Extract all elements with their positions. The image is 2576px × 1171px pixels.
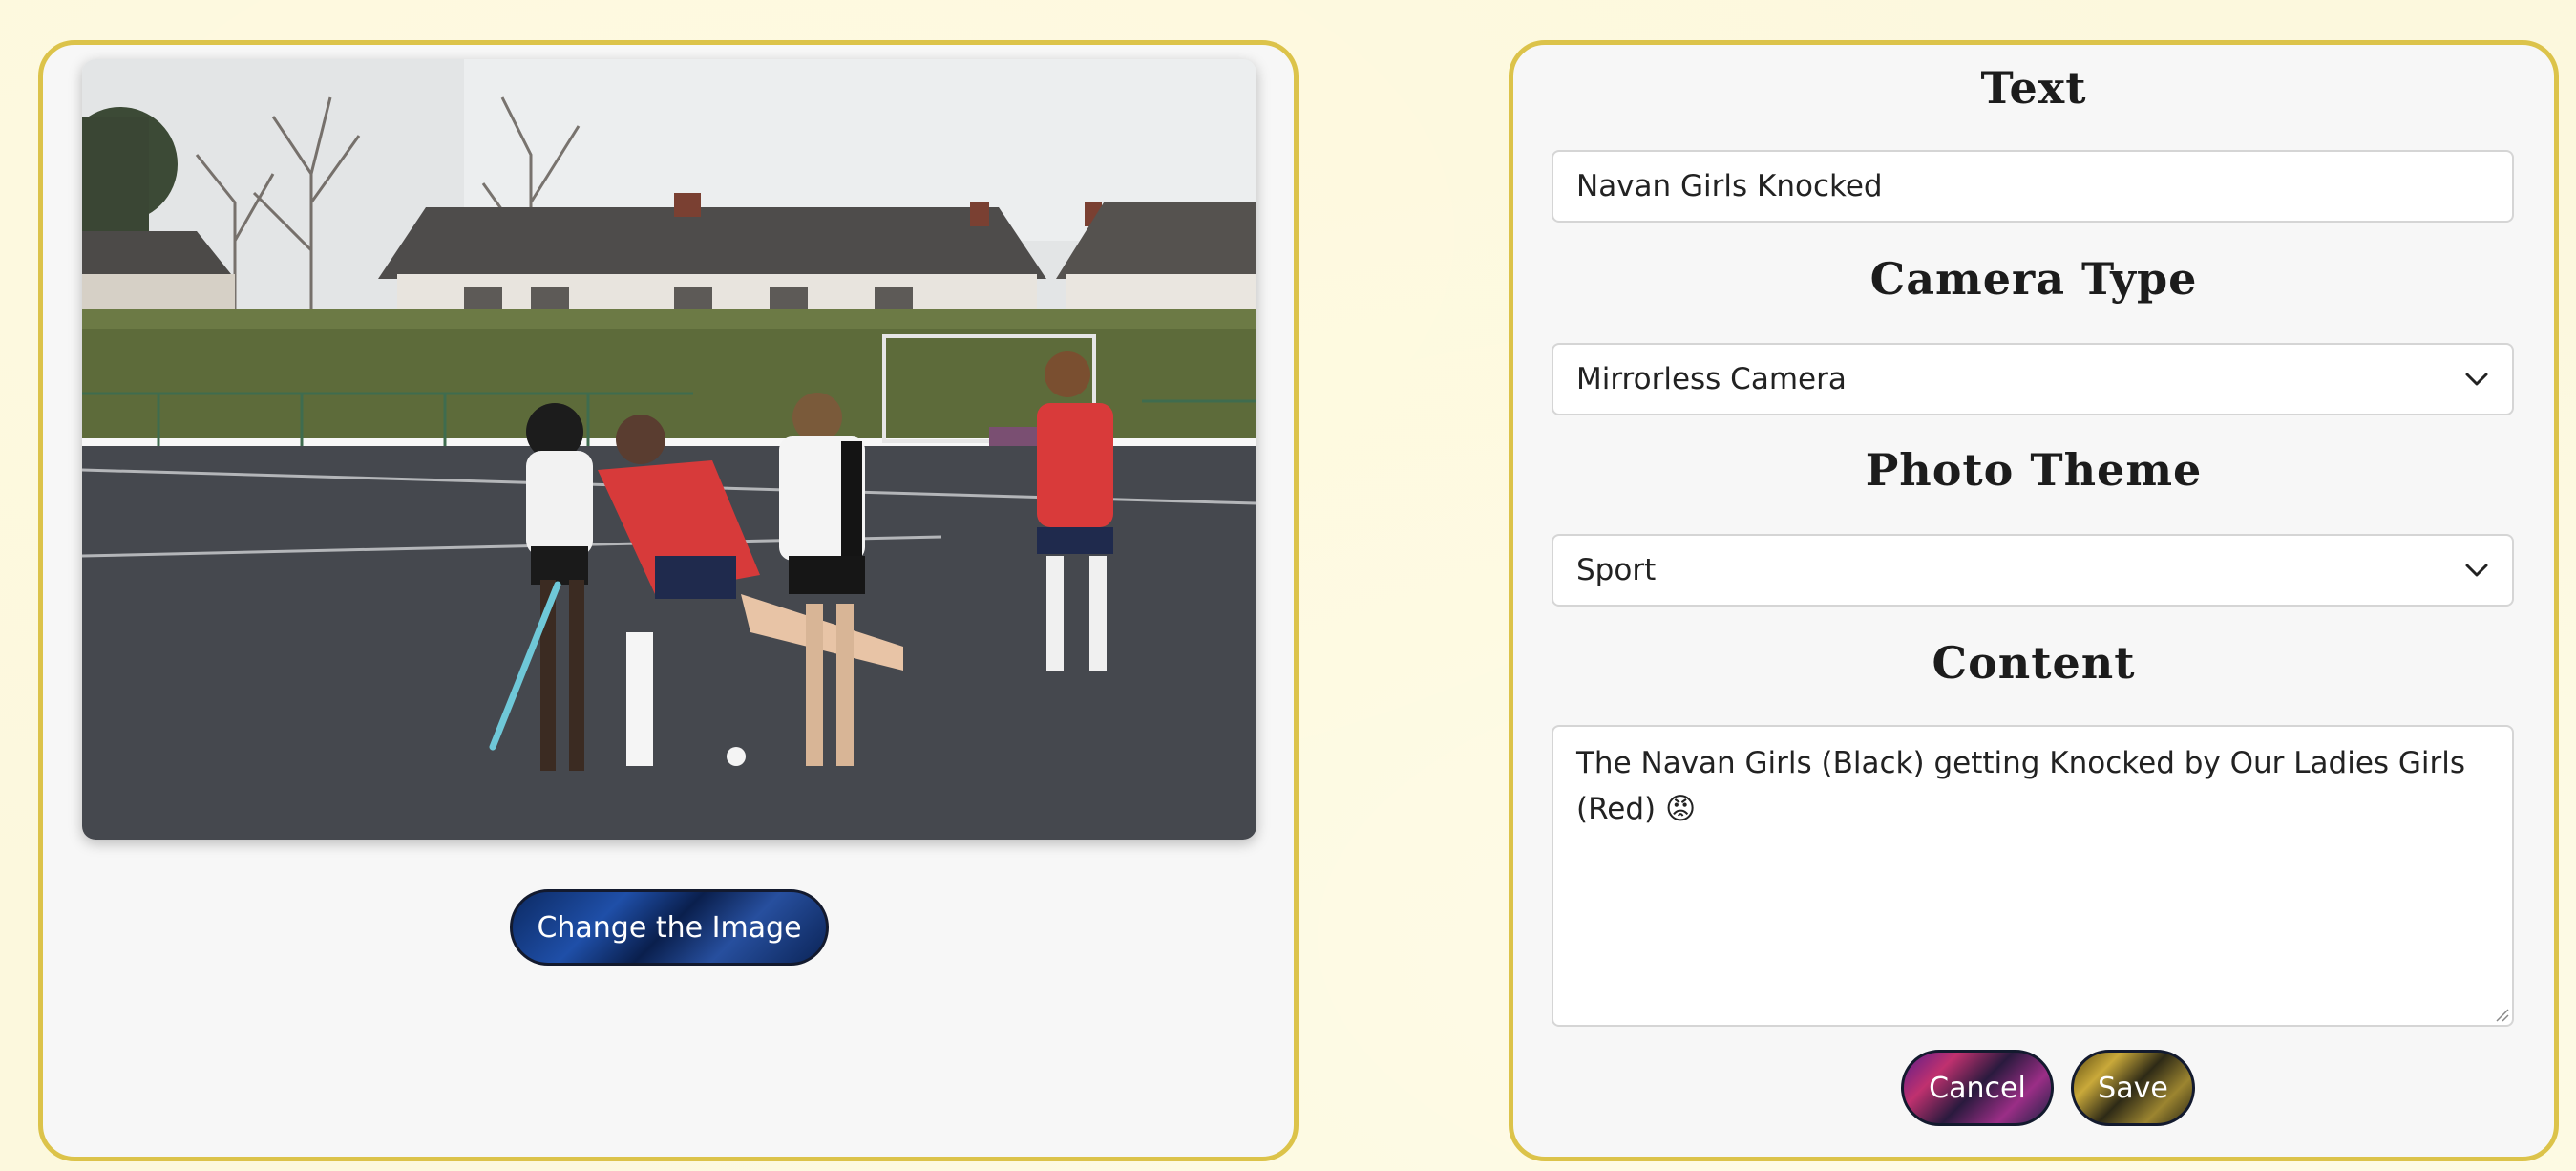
hockey-photo <box>82 59 1256 840</box>
resize-handle-icon[interactable] <box>2494 1007 2509 1022</box>
content-textarea-value: The Navan Girls (Black) getting Knocked … <box>1576 746 2466 826</box>
content-section-title: Content <box>1932 637 2136 689</box>
cancel-button[interactable]: Cancel <box>1901 1050 2054 1126</box>
camera-type-title: Camera Type <box>1869 253 2198 305</box>
content-textarea[interactable]: The Navan Girls (Black) getting Knocked … <box>1552 725 2514 1027</box>
change-image-button[interactable]: Change the Image <box>510 889 829 966</box>
photo-theme-value: Sport <box>1576 553 1657 587</box>
image-panel: Change the Image <box>38 40 1299 1161</box>
chevron-down-icon <box>2465 373 2488 386</box>
text-section-title: Text <box>1980 62 2087 114</box>
save-button[interactable]: Save <box>2071 1050 2195 1126</box>
text-input[interactable]: Navan Girls Knocked <box>1552 150 2514 223</box>
camera-type-select[interactable]: Mirrorless Camera <box>1552 343 2514 415</box>
camera-type-value: Mirrorless Camera <box>1576 362 1847 396</box>
edit-form-panel: Text Navan Girls Knocked Camera Type Mir… <box>1509 40 2559 1161</box>
photo-theme-title: Photo Theme <box>1865 444 2203 496</box>
photo-theme-select[interactable]: Sport <box>1552 534 2514 607</box>
text-input-value: Navan Girls Knocked <box>1576 169 1883 203</box>
chevron-down-icon <box>2465 564 2488 577</box>
